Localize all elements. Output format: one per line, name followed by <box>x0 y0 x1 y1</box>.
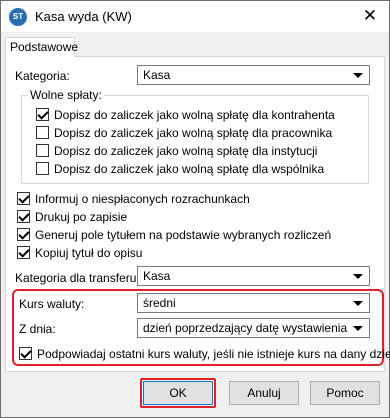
z-dnia-label: Z dnia: <box>19 322 56 336</box>
checkbox-informuj[interactable] <box>17 192 30 205</box>
checkbox-wspolnik[interactable] <box>36 162 49 175</box>
kategoria-label: Kategoria: <box>15 69 70 83</box>
checkbox-label: Podpowiadaj ostatni kurs waluty, jeśli n… <box>37 347 390 361</box>
checkbox-label: Dopisz do zaliczek jako wolną spłatę dla… <box>54 126 333 140</box>
checkbox-label: Dopisz do zaliczek jako wolną spłatę dla… <box>54 144 318 158</box>
help-button[interactable]: Pomoc <box>310 381 380 405</box>
checkbox-drukuj[interactable] <box>17 210 30 223</box>
app-icon: ST <box>9 8 27 26</box>
kategoria-value: Kasa <box>143 68 171 82</box>
tab-podstawowe[interactable]: Podstawowe <box>5 37 78 57</box>
z-dnia-select[interactable]: dzień poprzedzający datę wystawienia <box>137 318 370 338</box>
checkbox-label: Informuj o niespłaconych rozrachunkach <box>35 192 250 206</box>
kurs-waluty-select[interactable]: średni <box>137 293 370 313</box>
ok-button[interactable]: OK <box>143 381 213 405</box>
checkbox-label: Drukuj po zapisie <box>35 210 128 224</box>
checkbox-generuj[interactable] <box>17 228 30 241</box>
checkbox-instytucja[interactable] <box>36 144 49 157</box>
z-dnia-value: dzień poprzedzający datę wystawienia <box>143 321 348 335</box>
dialog-window: ST Kasa wyda (KW) ✕ Podstawowe Kategoria… <box>0 0 390 418</box>
kategoria-transferu-value: Kasa <box>143 269 171 283</box>
kurs-waluty-label: Kurs waluty: <box>19 297 85 311</box>
kategoria-transferu-label: Kategoria dla transferu: <box>15 271 140 285</box>
checkbox-label: Generuj pole tytułem na podstawie wybran… <box>35 228 332 242</box>
checkbox-kopiuj[interactable] <box>17 246 30 259</box>
kurs-waluty-value: średni <box>143 296 176 310</box>
checkbox-pracownik[interactable] <box>36 126 49 139</box>
kategoria-transferu-select[interactable]: Kasa <box>137 266 370 286</box>
chevron-down-icon <box>353 301 363 306</box>
cancel-button[interactable]: Anuluj <box>229 381 299 405</box>
checkbox-kontrahent[interactable] <box>36 108 49 121</box>
kategoria-select[interactable]: Kasa <box>137 65 370 85</box>
close-icon[interactable]: ✕ <box>361 7 379 25</box>
checkbox-label: Dopisz do zaliczek jako wolną spłatę dla… <box>54 108 335 122</box>
checkbox-label: Kopiuj tytuł do opisu <box>35 246 143 260</box>
checkbox-podpowiadaj[interactable] <box>19 347 32 360</box>
chevron-down-icon <box>353 326 363 331</box>
window-title: Kasa wyda (KW) <box>35 9 132 24</box>
title-bar[interactable]: ST Kasa wyda (KW) ✕ <box>1 1 389 32</box>
chevron-down-icon <box>353 274 363 279</box>
checkbox-label: Dopisz do zaliczek jako wolną spłatę dla… <box>54 162 325 176</box>
chevron-down-icon <box>353 73 363 78</box>
wolne-splaty-title: Wolne spłaty: <box>28 88 104 102</box>
